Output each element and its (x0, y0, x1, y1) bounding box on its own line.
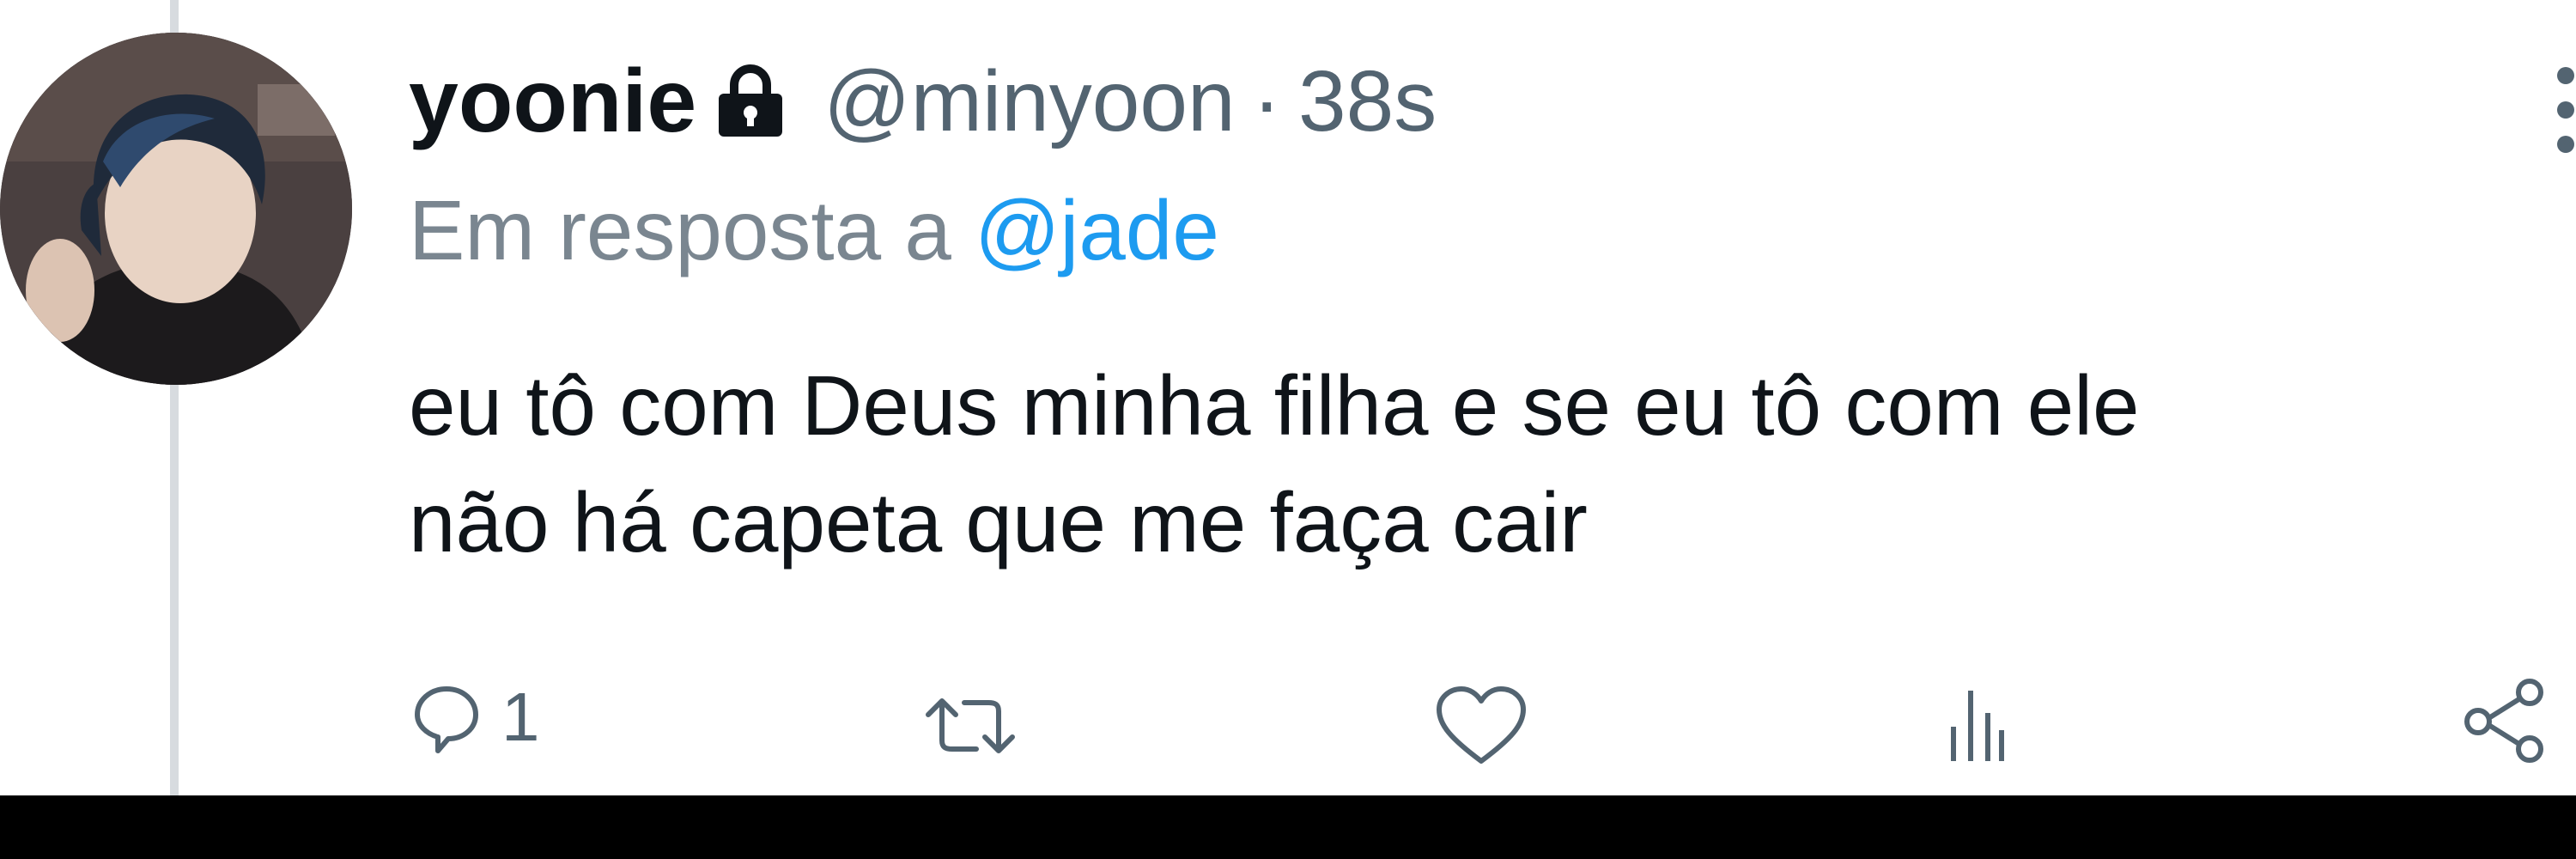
lock-icon (712, 63, 789, 140)
reply-prefix: Em resposta a (409, 183, 951, 277)
avatar-image (0, 33, 352, 385)
handle[interactable]: @minyoon (823, 52, 1236, 151)
tweet-text: eu tô com Deus minha filha e se eu tô co… (409, 347, 2555, 581)
reply-count: 1 (501, 679, 540, 755)
more-options-icon[interactable] (2542, 67, 2576, 170)
share-icon (2464, 679, 2543, 763)
tweet-header: yoonie @minyoon · 38s (409, 50, 1437, 153)
retweet-icon (926, 698, 1015, 753)
retweet-button[interactable] (923, 687, 1018, 765)
views-button[interactable] (1947, 687, 2008, 765)
like-icon (1437, 686, 1526, 764)
like-button[interactable] (1434, 685, 1528, 768)
reply-context: Em resposta a @jade (409, 182, 1219, 279)
reply-to-link[interactable]: @jade (975, 183, 1219, 277)
bottom-bar (0, 795, 2576, 859)
avatar[interactable] (0, 33, 352, 385)
reply-button[interactable]: 1 (412, 679, 540, 756)
display-name[interactable]: yoonie (409, 51, 696, 153)
tweet-text-line: eu tô com Deus minha filha e se eu tô co… (409, 358, 2140, 453)
tweet-text-line: não há capeta que me faça cair (409, 475, 1588, 570)
reply-icon (415, 686, 478, 753)
share-button[interactable] (2458, 672, 2552, 766)
views-icon (1951, 691, 2004, 761)
timestamp[interactable]: 38s (1298, 52, 1437, 151)
separator-dot: · (1252, 52, 1281, 149)
